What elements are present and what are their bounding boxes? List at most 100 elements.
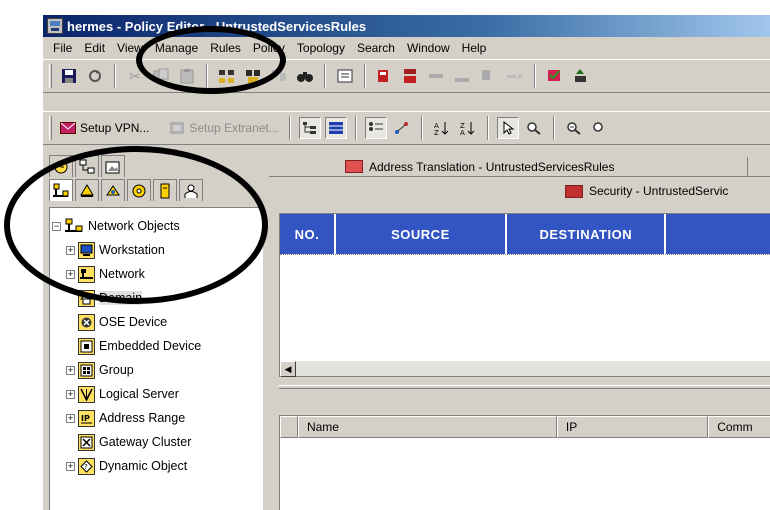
add-rule-below-icon[interactable] bbox=[400, 65, 422, 87]
tree-item-embedded-device[interactable]: Embedded Device bbox=[52, 334, 262, 358]
column-source[interactable]: SOURCE bbox=[335, 214, 508, 254]
menu-file[interactable]: File bbox=[47, 41, 78, 55]
svg-text:Z: Z bbox=[434, 129, 439, 135]
tree-item-label: Group bbox=[99, 363, 134, 377]
security-rules-icon bbox=[565, 184, 583, 198]
tree-item-domain[interactable]: Domain bbox=[52, 286, 262, 310]
add-rule-bottom-icon[interactable] bbox=[452, 65, 474, 87]
tree-item-dynamic-object[interactable]: + ? Dynamic Object bbox=[52, 454, 262, 478]
menu-view[interactable]: View bbox=[111, 41, 149, 55]
menu-bar: File Edit View Manage Rules Policy Topol… bbox=[43, 37, 770, 59]
toolbar-grip[interactable] bbox=[49, 116, 52, 140]
paste-icon[interactable] bbox=[176, 65, 198, 87]
show-list-icon[interactable] bbox=[364, 117, 387, 139]
menu-manage[interactable]: Manage bbox=[149, 41, 204, 55]
zoom-out-icon[interactable] bbox=[563, 117, 585, 139]
menu-edit[interactable]: Edit bbox=[78, 41, 111, 55]
cut-icon[interactable]: ✂ bbox=[124, 65, 146, 87]
address-range-icon: IP bbox=[78, 409, 95, 427]
save-icon[interactable] bbox=[58, 65, 80, 87]
users-tab-icon[interactable] bbox=[179, 179, 203, 201]
column-number[interactable]: NO. bbox=[280, 214, 336, 254]
select-pointer-icon[interactable] bbox=[496, 117, 519, 139]
objects-list[interactable]: Name IP Comm bbox=[279, 415, 770, 510]
menu-search[interactable]: Search bbox=[351, 41, 401, 55]
menu-help[interactable]: Help bbox=[456, 41, 493, 55]
expand-icon[interactable]: + bbox=[66, 413, 75, 423]
menu-window[interactable]: Window bbox=[401, 41, 456, 55]
setup-vpn-button[interactable]: Setup VPN... bbox=[56, 117, 153, 139]
image-icon[interactable] bbox=[101, 155, 125, 177]
menu-topology[interactable]: Topology bbox=[291, 41, 351, 55]
column-name[interactable]: Name bbox=[297, 416, 557, 438]
address-translation-tab[interactable]: Address Translation - UntrustedServicesR… bbox=[269, 157, 770, 177]
rule-grid-header: NO. SOURCE DESTINATION bbox=[280, 214, 770, 254]
toolbar-grip[interactable] bbox=[49, 64, 52, 88]
servers-tab-icon[interactable] bbox=[127, 179, 151, 201]
tree-item-logical-server[interactable]: + Logical Server bbox=[52, 382, 262, 406]
horizontal-scrollbar[interactable]: ◀ bbox=[280, 360, 770, 377]
sort-ascending-icon[interactable]: AZ bbox=[431, 117, 453, 139]
expand-icon[interactable]: + bbox=[66, 461, 75, 471]
window-title: hermes - Policy Editor - UntrustedServic… bbox=[67, 18, 367, 34]
users-manager-icon[interactable] bbox=[268, 65, 290, 87]
tree-item-workstation[interactable]: + Workstation bbox=[52, 238, 262, 262]
column-comment[interactable]: Comm bbox=[708, 416, 770, 438]
tree-item-group[interactable]: + Group bbox=[52, 358, 262, 382]
scroll-left-icon[interactable]: ◀ bbox=[280, 361, 296, 377]
rules-icon[interactable] bbox=[75, 155, 99, 177]
copy-icon[interactable] bbox=[150, 65, 172, 87]
verify-policy-icon[interactable] bbox=[544, 65, 566, 87]
services-tab-icon[interactable] bbox=[75, 179, 99, 201]
toolbar-separator bbox=[486, 116, 489, 140]
add-rule-top-icon[interactable] bbox=[426, 65, 448, 87]
tree-tab-row-bottom bbox=[49, 179, 205, 201]
expand-icon[interactable]: + bbox=[66, 269, 75, 279]
services-manager-icon[interactable] bbox=[242, 65, 264, 87]
add-rule-above-icon[interactable] bbox=[374, 65, 396, 87]
menu-rules[interactable]: Rules bbox=[204, 41, 247, 55]
column-ip[interactable]: IP bbox=[556, 416, 709, 438]
menu-policy[interactable]: Policy bbox=[247, 41, 291, 55]
collapse-icon[interactable]: − bbox=[52, 221, 61, 231]
rule-base-grid[interactable]: NO. SOURCE DESTINATION ◀ bbox=[279, 213, 770, 377]
svg-text:×: × bbox=[517, 72, 523, 83]
embedded-device-icon bbox=[78, 337, 95, 355]
tree-item-ose-device[interactable]: OSE Device bbox=[52, 310, 262, 334]
tree-item-gateway-cluster[interactable]: Gateway Cluster bbox=[52, 430, 262, 454]
column-next[interactable] bbox=[666, 214, 770, 254]
clock-icon[interactable] bbox=[49, 155, 73, 177]
sort-descending-icon[interactable]: ZA bbox=[457, 117, 479, 139]
zoom-fit-icon[interactable] bbox=[589, 117, 611, 139]
title-bar[interactable]: hermes - Policy Editor - UntrustedServic… bbox=[43, 15, 770, 37]
network-objects-tab-icon[interactable] bbox=[49, 179, 73, 201]
install-icon[interactable] bbox=[570, 65, 592, 87]
zoom-in-icon[interactable] bbox=[523, 117, 545, 139]
delete-rule-icon[interactable]: × bbox=[504, 65, 526, 87]
connect-icon[interactable] bbox=[391, 117, 413, 139]
tree-root[interactable]: − Network Objects bbox=[52, 214, 262, 238]
list-view-icon[interactable] bbox=[334, 65, 356, 87]
show-rules-icon[interactable] bbox=[324, 117, 347, 139]
add-rule-icon[interactable] bbox=[478, 65, 500, 87]
column-destination[interactable]: DESTINATION bbox=[507, 214, 667, 254]
binoculars-icon[interactable] bbox=[294, 65, 316, 87]
security-tab[interactable]: Security - UntrustedServic bbox=[269, 181, 770, 201]
toolbar-separator bbox=[534, 64, 536, 88]
network-objects-manager-icon[interactable] bbox=[216, 65, 238, 87]
expand-icon[interactable]: + bbox=[66, 389, 75, 399]
expand-icon[interactable]: + bbox=[66, 245, 75, 255]
tree-item-label: Domain bbox=[99, 291, 143, 305]
objects-tree-pane: − Network Objects + Workstation + Networ… bbox=[45, 155, 265, 510]
expand-icon[interactable]: + bbox=[66, 365, 75, 375]
policy-editor-window: hermes - Policy Editor - UntrustedServic… bbox=[42, 14, 770, 510]
opsec-tab-icon[interactable] bbox=[153, 179, 177, 201]
setup-extranet-button[interactable]: Setup Extranet... bbox=[165, 117, 282, 139]
install-policy-icon[interactable] bbox=[84, 65, 106, 87]
tree-item-network[interactable]: + Network bbox=[52, 262, 262, 286]
show-tree-icon[interactable] bbox=[298, 117, 321, 139]
tree-item-address-range[interactable]: + IP Address Range bbox=[52, 406, 262, 430]
pane-splitter[interactable] bbox=[279, 385, 770, 389]
resources-tab-icon[interactable] bbox=[101, 179, 125, 201]
toolbar-separator bbox=[354, 116, 357, 140]
